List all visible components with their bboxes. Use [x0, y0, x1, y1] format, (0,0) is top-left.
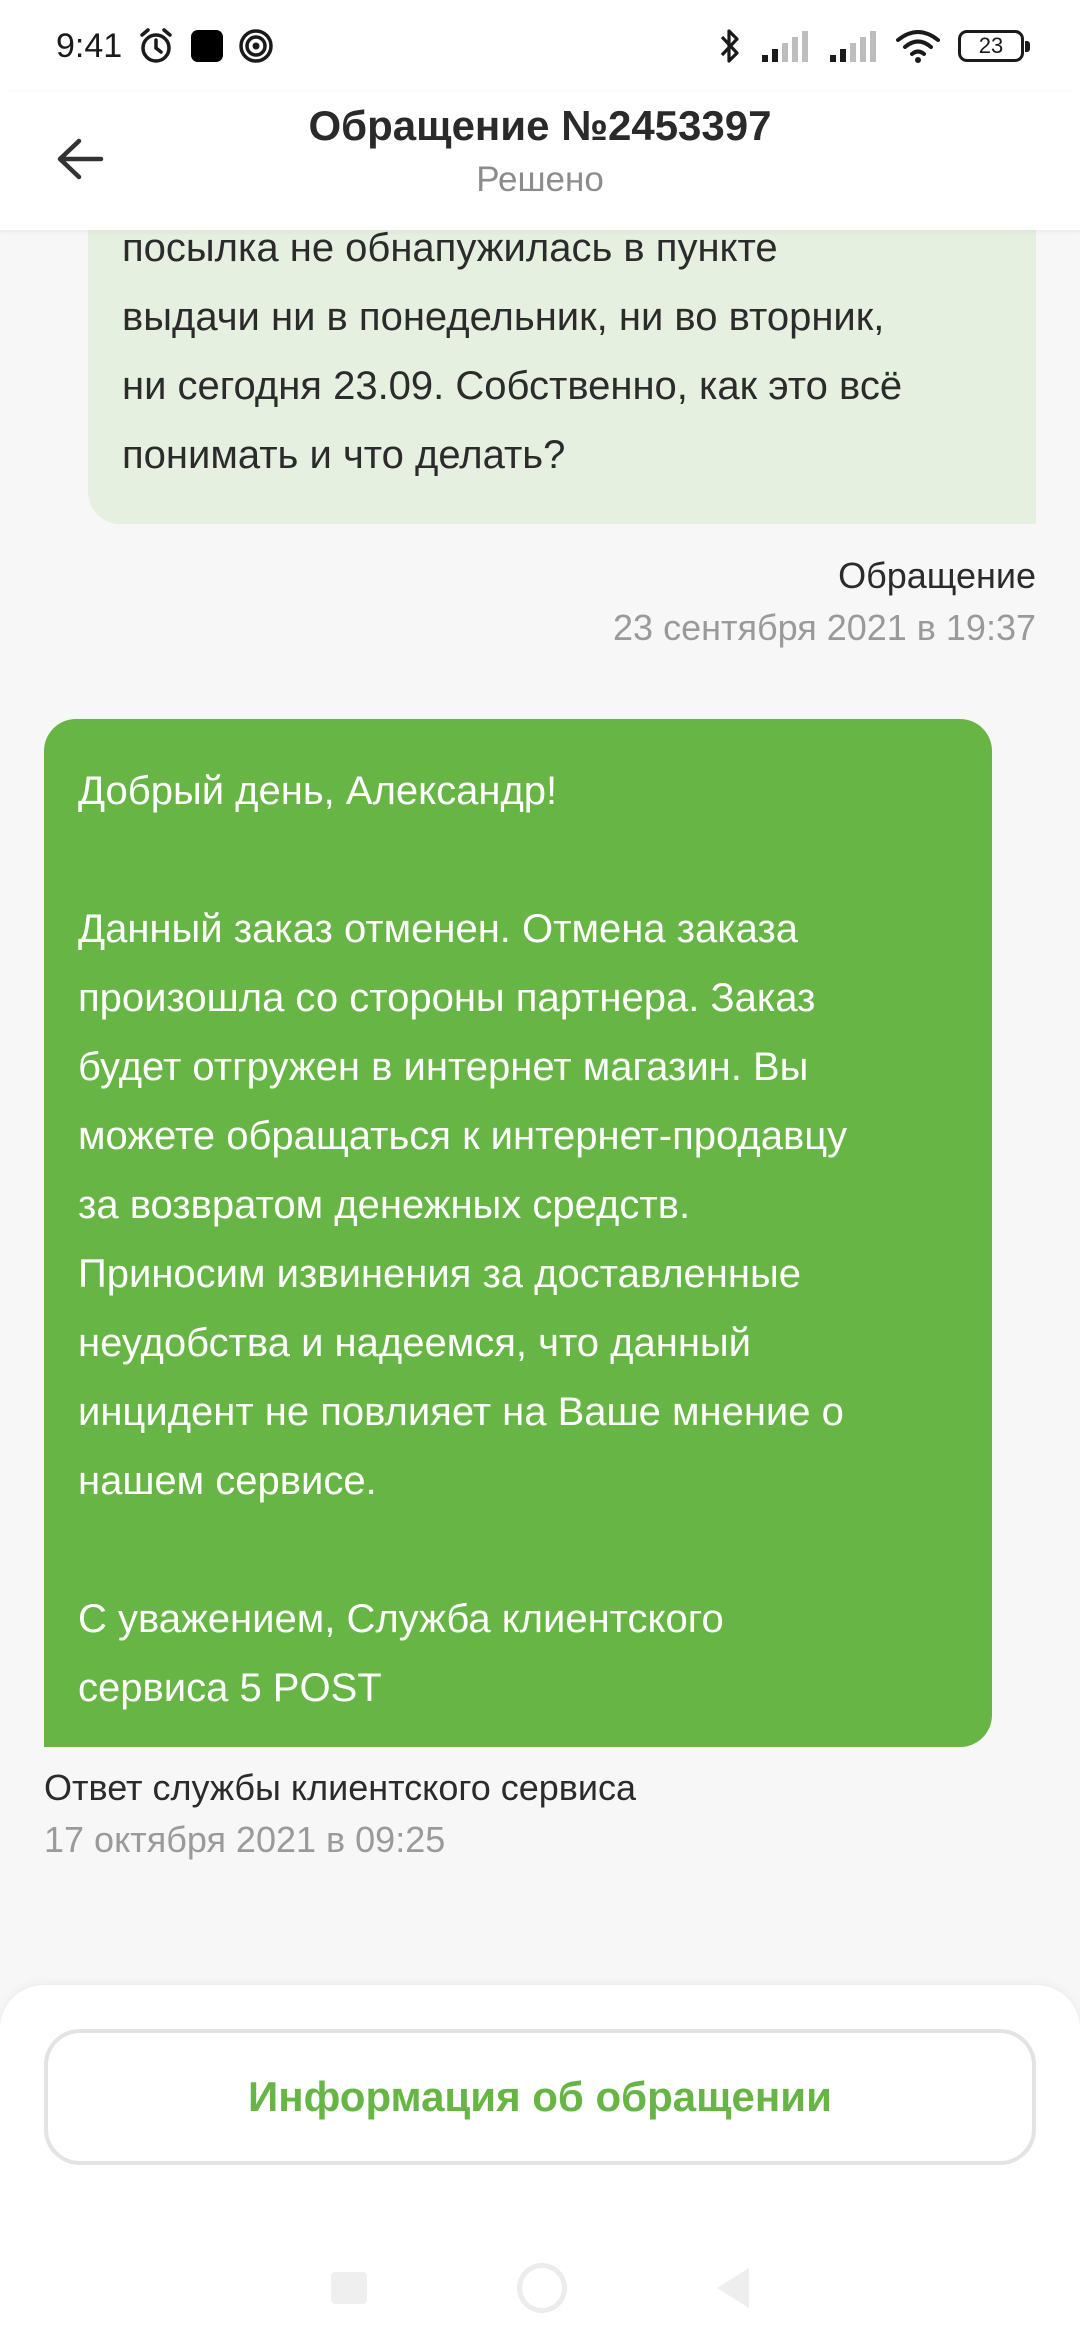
message-line: ни сегодня 23.09. Собственно, как это вс…: [122, 364, 903, 408]
message-line: [78, 1516, 958, 1585]
message-date: 23 сентября 2021 в 19:37: [613, 607, 1036, 648]
message-line: можете обращаться к интернет-продавцу: [78, 1114, 848, 1158]
alarm-icon: [136, 26, 176, 66]
support-message-meta: Ответ службы клиентского сервиса 17 октя…: [44, 1767, 636, 1861]
chat-thread[interactable]: посылка не обнапужилась в пункте выдачи …: [0, 230, 1080, 1990]
message-author: Обращение: [838, 555, 1036, 596]
message-line: Приносим извинения за доставленные: [78, 1252, 801, 1296]
signal-icon: [828, 29, 878, 63]
user-message-bubble: посылка не обнапужилась в пункте выдачи …: [88, 230, 1036, 524]
message-line: будет отгружен в интернет магазин. Вы: [78, 1045, 809, 1089]
user-message-text: посылка не обнапужилась в пункте выдачи …: [122, 230, 1000, 490]
battery-level: 23: [978, 33, 1004, 58]
support-message-bubble: Добрый день, Александр! Данный заказ отм…: [44, 719, 992, 1747]
message-date: 17 октября 2021 в 09:25: [44, 1819, 446, 1860]
wifi-icon: [896, 29, 940, 63]
status-bar: 9:41 23: [0, 0, 1080, 92]
system-nav-bar: [0, 2235, 1080, 2340]
back-triangle-icon[interactable]: [717, 2267, 749, 2308]
target-icon: [238, 28, 274, 64]
message-author: Ответ службы клиентского сервиса: [44, 1767, 637, 1808]
home-icon[interactable]: [517, 2262, 567, 2313]
status-right: 23: [718, 26, 1030, 66]
message-line: произошла со стороны партнера. Заказ: [78, 976, 816, 1020]
screen: 9:41 23 Обращение №2453397 Решено посылк…: [0, 0, 1080, 2340]
message-line: [78, 826, 958, 895]
app-header: Обращение №2453397 Решено: [0, 92, 1080, 230]
message-line: посылка не обнапужилась в пункте: [122, 230, 778, 270]
message-line: за возвратом денежных средств.: [78, 1183, 691, 1227]
message-line: понимать и что делать?: [122, 433, 566, 477]
recent-apps-icon[interactable]: [331, 2271, 367, 2304]
message-line: Данный заказ отменен. Отмена заказа: [78, 907, 798, 951]
page-title: Обращение №2453397: [308, 102, 772, 149]
message-line: Добрый день, Александр!: [78, 769, 558, 813]
status-time: 9:41: [56, 26, 123, 65]
signal-icon: [760, 29, 810, 63]
battery-icon: 23: [958, 30, 1030, 62]
message-line: С уважением, Служба клиентского: [78, 1597, 724, 1641]
status-left: 9:41: [56, 26, 274, 66]
message-line: нашем сервисе.: [78, 1459, 377, 1503]
message-line: инцидент не повлияет на Ваше мнение о: [78, 1390, 844, 1434]
message-line: сервиса 5 POST: [78, 1666, 382, 1710]
message-line: неудобства и надеемся, что данный: [78, 1321, 752, 1365]
message-line: выдачи ни в понедельник, ни во вторник,: [122, 295, 885, 339]
user-message-meta: Обращение 23 сентября 2021 в 19:37: [613, 555, 1036, 649]
status-subtitle: Решено: [476, 160, 604, 199]
request-info-button[interactable]: Информация об обращении: [44, 2029, 1036, 2165]
bottom-panel: Информация об обращении: [0, 1985, 1080, 2340]
bluetooth-icon: [718, 26, 742, 66]
app-square-icon: [190, 29, 224, 63]
